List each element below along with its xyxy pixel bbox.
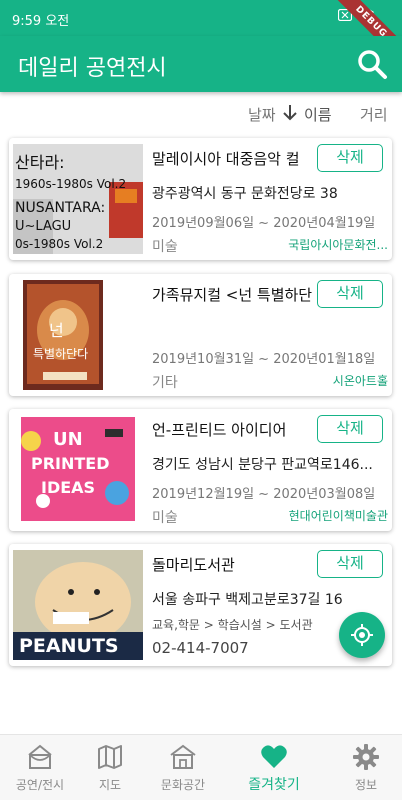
app-bar: 데일리 공연전시 <box>0 36 402 92</box>
event-poster: 넌 특별하단다 <box>13 280 143 390</box>
nav-item-cultural-space[interactable]: 문화공간 <box>143 735 223 800</box>
event-venue: 국립아시아문화전... <box>288 238 388 252</box>
place-address: 서울 송파구 백제고분로37길 16 <box>152 592 343 608</box>
delete-button[interactable]: 삭제 <box>317 415 383 443</box>
sort-by-date[interactable]: 날짜 <box>248 104 276 125</box>
my-location-button[interactable] <box>339 612 385 658</box>
event-category: 기타 <box>152 375 178 391</box>
poster-line: PRINTED <box>31 454 110 473</box>
delete-button[interactable]: 삭제 <box>317 144 383 172</box>
event-poster: UN PRINTED IDEAS <box>13 415 143 525</box>
poster-line: 산타라: <box>15 153 65 172</box>
event-venue: 현대어린이책미술관 <box>288 509 388 523</box>
nav-item-favorites[interactable]: 즐겨찾기 <box>234 735 314 800</box>
bottom-nav: 공연/전시 지도 문화공간 즐겨찾기 정보 <box>0 734 402 800</box>
sort-options: 날짜 이름 거리 <box>0 100 402 130</box>
poster-line: PEANUTS <box>19 635 119 657</box>
favorite-card[interactable]: 넌 특별하단다 가족뮤지컬 <넌 특별하단 삭제 2019년10월31일 ~ 2… <box>9 274 392 396</box>
event-address: 경기도 성남시 분당구 판교역로146... <box>152 457 373 473</box>
search-icon[interactable] <box>356 48 388 80</box>
favorite-card[interactable]: UN PRINTED IDEAS 언-프린티드 아이디어 삭제 경기도 성남시 … <box>9 409 392 531</box>
nav-item-map[interactable]: 지도 <box>70 735 150 800</box>
delete-button[interactable]: 삭제 <box>317 280 383 308</box>
event-period: 2019년12월19일 ~ 2020년03월08일 <box>152 487 376 502</box>
place-photo: PEANUTS <box>13 550 143 660</box>
map-icon <box>98 745 122 769</box>
place-title: 돌마리도서관 <box>152 556 235 574</box>
event-title: 가족뮤지컬 <넌 특별하단 <box>152 286 313 304</box>
building-icon <box>170 744 196 769</box>
nav-label: 즐겨찾기 <box>248 777 300 793</box>
poster-line: 특별하단다 <box>33 347 88 361</box>
poster-line: UN <box>53 429 83 450</box>
crosshair-icon <box>351 624 373 646</box>
event-period: 2019년10월31일 ~ 2020년01월18일 <box>152 352 376 367</box>
arrow-down-icon <box>283 105 297 121</box>
status-bar: 9:59 오전 DEBUG <box>0 0 402 67</box>
nav-label: 문화공간 <box>160 778 206 792</box>
poster-line: U~LAGU <box>15 219 71 234</box>
favorite-card[interactable]: 산타라: 1960s-1980s Vol.2 NUSANTARA: U~LAGU… <box>9 138 392 260</box>
event-title: 말레이시아 대중음악 컬 <box>152 150 300 168</box>
sort-by-distance[interactable]: 거리 <box>360 104 388 125</box>
poster-line: 1960s-1980s Vol.2 <box>15 177 126 191</box>
place-category-path: 교육,학문 > 학습시설 > 도서관 <box>152 618 313 632</box>
event-category: 미술 <box>152 239 178 255</box>
sort-by-name[interactable]: 이름 <box>304 104 332 125</box>
event-venue: 시온아트홀 <box>332 374 388 388</box>
status-time: 9:59 오전 <box>12 14 70 29</box>
poster-line: IDEAS <box>41 478 95 497</box>
poster-line: 0s-1980s Vol.2 <box>15 237 103 251</box>
page-title: 데일리 공연전시 <box>18 56 167 81</box>
nav-label: 정보 <box>354 778 378 792</box>
event-poster: 산타라: 1960s-1980s Vol.2 NUSANTARA: U~LAGU… <box>13 144 143 254</box>
nav-item-info[interactable]: 정보 <box>326 735 402 800</box>
event-title: 언-프린티드 아이디어 <box>152 421 287 439</box>
poster-line: NUSANTARA: <box>15 200 105 216</box>
place-phone[interactable]: 02-414-7007 <box>152 639 249 657</box>
nav-label: 공연/전시 <box>15 778 65 792</box>
nav-item-performances[interactable]: 공연/전시 <box>0 735 80 800</box>
poster-line: 넌 <box>49 321 64 340</box>
heart-icon <box>261 745 287 768</box>
event-period: 2019년09월06일 ~ 2020년04월19일 <box>152 216 376 231</box>
favorite-card[interactable]: PEANUTS 돌마리도서관 삭제 서울 송파구 백제고분로37길 16 교육,… <box>9 544 392 666</box>
nav-label: 지도 <box>98 778 122 792</box>
gear-icon <box>353 744 379 770</box>
event-address: 광주광역시 동구 문화전당로 38 <box>152 186 338 202</box>
delete-button[interactable]: 삭제 <box>317 550 383 578</box>
event-category: 미술 <box>152 510 178 526</box>
theater-icon <box>28 744 52 769</box>
